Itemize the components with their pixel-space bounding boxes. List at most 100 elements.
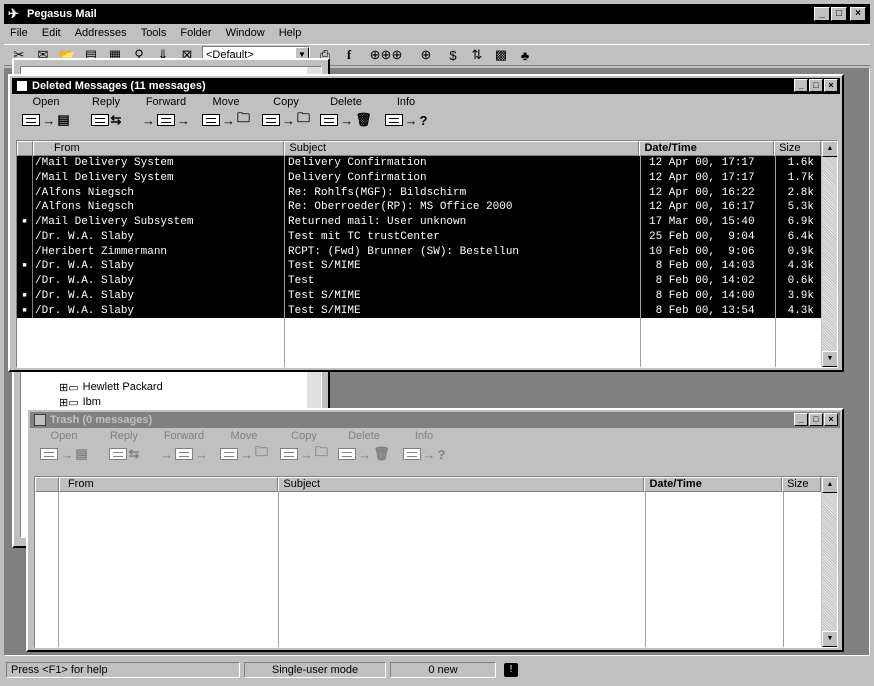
cell-subject: Re: Rohlfs(MGF): Bildschirm: [285, 185, 641, 201]
cell-subject: Re: Oberroeder(RP): MS Office 2000: [285, 200, 641, 215]
scroll-down-button[interactable]: ▼: [822, 351, 837, 367]
table-row[interactable]: /Dr. W.A. Slaby Test 8 Feb 00, 14:02 0.6k: [17, 274, 821, 289]
info-button[interactable]: Info →?: [394, 430, 454, 470]
trash-window-title: Trash (0 messages): [50, 414, 153, 426]
unread-flag: ■: [17, 303, 33, 319]
cell-subject: Test S/MIME: [285, 303, 641, 319]
col-flag-header[interactable]: [17, 141, 33, 156]
message-list-header: From Subject Date/Time Size: [17, 141, 821, 156]
network-receive-icon[interactable]: ⊕: [414, 46, 438, 64]
forward-button[interactable]: Forward → →: [154, 430, 214, 470]
pegasus-app-icon[interactable]: ✈: [8, 6, 24, 22]
table-row[interactable]: ■/Dr. W.A. Slaby Test S/MIME 8 Feb 00, 14…: [17, 259, 821, 274]
table-row[interactable]: /Mail Delivery System Delivery Confirmati…: [17, 156, 821, 171]
table-row[interactable]: /Heribert Zimmermann RCPT: (Fwd) Brunner …: [17, 244, 821, 260]
deleted-window-titlebar[interactable]: Deleted Messages (11 messages) _ □ ×: [12, 78, 840, 94]
delete-button[interactable]: Delete → 🗑: [316, 96, 376, 136]
close-button[interactable]: ×: [850, 7, 866, 21]
scroll-down-button[interactable]: ▼: [822, 631, 837, 647]
copy-button[interactable]: Copy → 🗀: [256, 96, 316, 136]
unread-flag: [17, 229, 33, 245]
pgp-icon[interactable]: ▩: [492, 46, 510, 64]
move-button[interactable]: Move → 🗀: [196, 96, 256, 136]
close-button[interactable]: ×: [824, 413, 838, 426]
col-size-header[interactable]: Size: [782, 477, 821, 492]
question-mark-icon: ?: [437, 446, 446, 462]
font-icon[interactable]: f: [340, 46, 358, 64]
menu-addresses[interactable]: Addresses: [73, 27, 129, 39]
cell-from: /Dr. W.A. Slaby: [33, 303, 285, 319]
minimize-button[interactable]: _: [814, 7, 830, 21]
app-titlebar[interactable]: ✈ Pegasus Mail _ □ ×: [4, 4, 870, 24]
copy-button[interactable]: Copy → 🗀: [274, 430, 334, 470]
envelope-icon: [219, 448, 238, 460]
cell-subject: Delivery Confirmation: [285, 170, 641, 186]
delete-button[interactable]: Delete → 🗑: [334, 430, 394, 470]
col-from-header[interactable]: From: [58, 477, 279, 492]
table-row[interactable]: ■/Dr. W.A. Slaby Test S/MIME 8 Feb 00, 14…: [17, 288, 821, 304]
cell-date: 12 Apr 00, 17:17: [641, 156, 776, 171]
menu-window[interactable]: Window: [224, 27, 267, 39]
scroll-up-button[interactable]: ▲: [822, 141, 837, 157]
col-date-header[interactable]: Date/Time: [644, 477, 783, 492]
table-row[interactable]: ■/Mail Delivery Subsystem Returned mail: …: [17, 215, 821, 230]
close-button[interactable]: ×: [824, 79, 838, 92]
info-button[interactable]: Info →?: [376, 96, 436, 136]
table-row[interactable]: /Alfons Niegsch Re: Oberroeder(RP): MS Of…: [17, 200, 821, 215]
col-size-header[interactable]: Size: [774, 141, 821, 156]
table-row[interactable]: /Alfons Niegsch Re: Rohlfs(MGF): Bildschi…: [17, 185, 821, 201]
folder-item[interactable]: ⊞▭ Hewlett Packard 40: [59, 381, 321, 394]
envelope-icon: [22, 114, 41, 126]
open-button[interactable]: Open → ▤: [34, 430, 94, 470]
menu-bar: File Edit Addresses Tools Folder Window …: [4, 24, 870, 42]
cell-from: /Alfons Niegsch: [33, 185, 285, 201]
minimize-button[interactable]: _: [794, 413, 808, 426]
tree-icon[interactable]: ♣: [516, 46, 534, 64]
network-send-icon[interactable]: ⊕⊕⊕: [364, 46, 408, 64]
move-button[interactable]: Move → 🗀: [214, 430, 274, 470]
reply-button[interactable]: Reply ⇆: [94, 430, 154, 470]
alert-icon[interactable]: !: [504, 663, 518, 677]
dollar-icon[interactable]: $: [444, 46, 462, 64]
col-from-header[interactable]: From: [32, 141, 285, 156]
menu-help[interactable]: Help: [277, 27, 304, 39]
status-bar: Press <F1> for help Single-user mode 0 n…: [4, 660, 870, 680]
maximize-button[interactable]: □: [809, 79, 823, 92]
scroll-up-button[interactable]: ▲: [822, 477, 837, 493]
menu-edit[interactable]: Edit: [40, 27, 63, 39]
col-flag-header[interactable]: [35, 477, 59, 492]
col-subject-header[interactable]: Subject: [284, 141, 640, 156]
col-subject-header[interactable]: Subject: [278, 477, 645, 492]
deleted-messages-window[interactable]: Deleted Messages (11 messages) _ □ × Ope…: [8, 74, 844, 372]
status-help: Press <F1> for help: [6, 662, 240, 678]
table-row[interactable]: ■/Dr. W.A. Slaby Test S/MIME 8 Feb 00, 13…: [17, 303, 821, 319]
unread-flag: ■: [17, 259, 33, 274]
menu-file[interactable]: File: [8, 27, 30, 39]
maximize-button[interactable]: □: [831, 7, 847, 21]
menu-tools[interactable]: Tools: [139, 27, 169, 39]
envelope-icon: [157, 114, 175, 126]
table-row[interactable]: /Mail Delivery System Delivery Confirmati…: [17, 170, 821, 186]
app-title: Pegasus Mail: [27, 8, 97, 20]
message-list-header: From Subject Date/Time Size: [35, 477, 821, 492]
maximize-button[interactable]: □: [809, 413, 823, 426]
message-list-scrollbar[interactable]: ▲ ▼: [821, 141, 837, 367]
trash-window-titlebar[interactable]: Trash (0 messages) _ □ ×: [30, 412, 840, 428]
table-row[interactable]: /Dr. W.A. Slaby Test mit TC trustCenter 25…: [17, 229, 821, 245]
reply-button[interactable]: Reply ⇆: [76, 96, 136, 136]
trash-window[interactable]: Trash (0 messages) _ □ × Open → ▤ Reply ⇆ F…: [26, 408, 844, 652]
envelope-icon: [279, 448, 298, 460]
open-button[interactable]: Open → ▤: [16, 96, 76, 136]
document-icon: ▤: [75, 446, 88, 461]
col-date-header[interactable]: Date/Time: [639, 141, 775, 156]
envelope-icon: [320, 114, 339, 126]
folder-icon: 🗀: [254, 444, 268, 459]
message-list-scrollbar[interactable]: ▲ ▼: [821, 477, 837, 647]
cell-size: 6.9k: [787, 216, 814, 228]
cell-from: /Mail Delivery Subsystem: [33, 215, 285, 230]
menu-folder[interactable]: Folder: [178, 27, 213, 39]
cell-date: 12 Apr 00, 16:22: [641, 185, 776, 201]
sort-icon[interactable]: ⇅: [468, 46, 486, 64]
minimize-button[interactable]: _: [794, 79, 808, 92]
forward-button[interactable]: Forward → →: [136, 96, 196, 136]
